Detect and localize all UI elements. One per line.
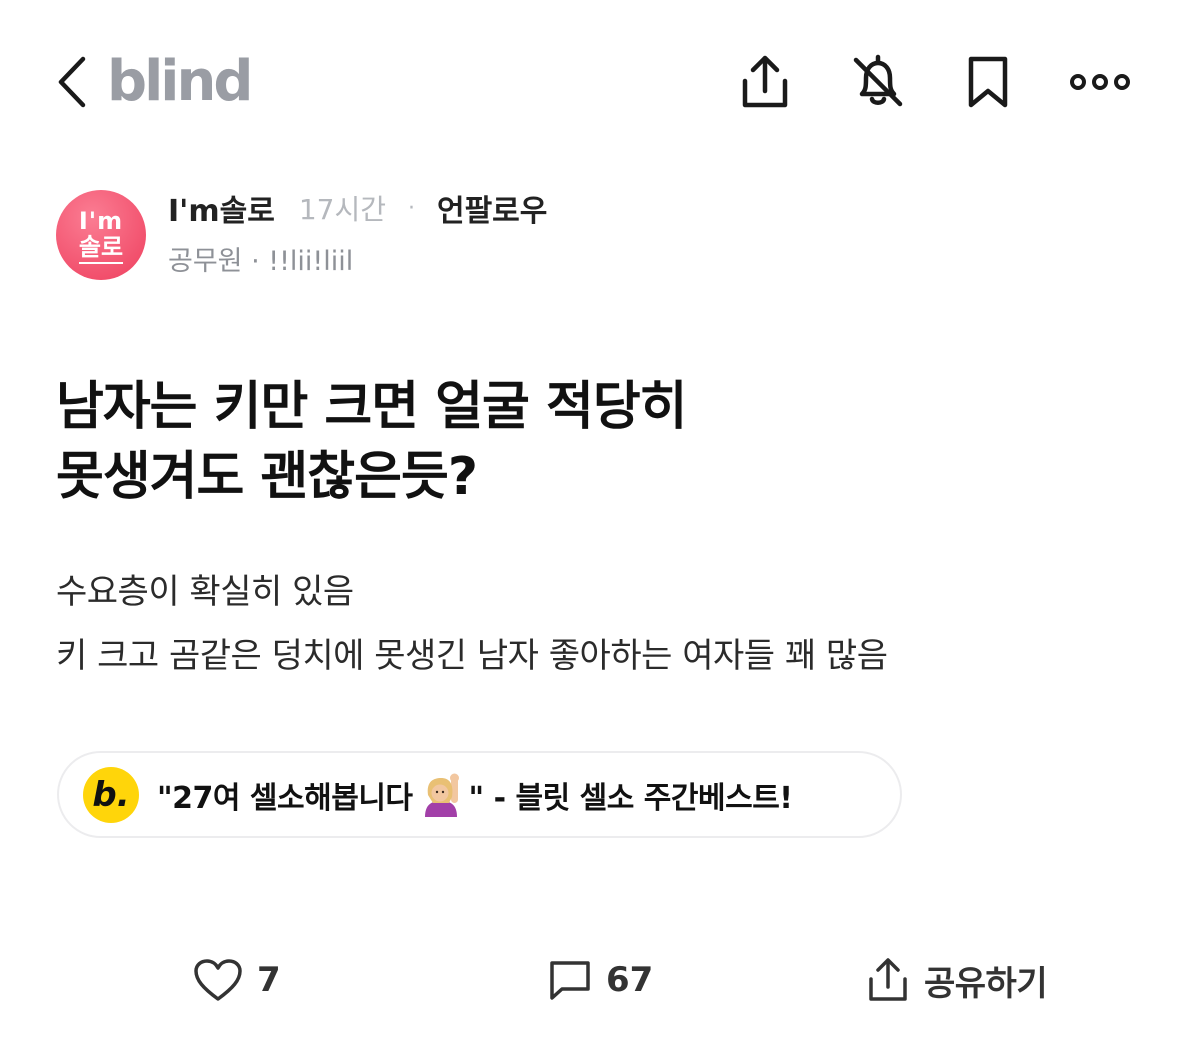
share-post-button[interactable]: 공유하기	[866, 952, 1048, 1008]
post-time: 17시간	[298, 193, 386, 226]
promo-text-start: "27여 셀소해봅니다	[157, 780, 413, 816]
promo-text: "27여 셀소해봅니다 " - 블릿 셀소 주간베스트!	[157, 773, 793, 817]
post-body-line: 수요층이 확실히 있음	[56, 572, 354, 612]
post-body-line: 키 크고 곰같은 덩치에 못생긴 남자 좋아하는 여자들 꽤 많음	[56, 636, 888, 676]
post-body: 수요층이 확실히 있음 키 크고 곰같은 덩치에 못생긴 남자 좋아하는 여자들…	[56, 560, 1156, 688]
unfollow-button[interactable]: 언팔로우	[437, 186, 547, 230]
promo-text-end: " - 블릿 셀소 주간베스트!	[468, 780, 793, 816]
brand-logo: blind	[107, 49, 253, 114]
meta-separator: ·	[407, 195, 415, 221]
avatar-text-top: I'm	[78, 206, 124, 235]
heart-icon	[194, 959, 242, 1001]
avatar[interactable]: I'm 솔로	[56, 190, 146, 280]
more-options-button[interactable]	[1068, 50, 1132, 114]
author-affiliation: 공무원 · !!lii!liil	[168, 245, 354, 277]
like-button[interactable]: 7	[193, 952, 281, 1008]
woman-raising-hand-emoji-icon	[419, 773, 463, 817]
comment-button[interactable]: 67	[548, 952, 653, 1008]
author-section: I'm 솔로 I'm솔로 17시간 · 언팔로우 공무원 · !!lii!lii…	[56, 188, 956, 288]
author-name[interactable]: I'm솔로	[168, 186, 275, 230]
share-button[interactable]	[733, 50, 797, 114]
more-icon	[1070, 74, 1130, 90]
bell-off-icon	[853, 54, 903, 107]
post-title-line: 못생겨도 괜찮은듯?	[56, 447, 478, 507]
blind-b-logo: b.	[83, 766, 139, 823]
notification-toggle-button[interactable]	[846, 50, 910, 114]
author-meta-row: I'm솔로 17시간 · 언팔로우	[168, 186, 547, 230]
share-icon	[869, 958, 907, 1001]
post-actions-bar: 7 67 공유하기	[0, 940, 1200, 1020]
bookmark-button[interactable]	[956, 50, 1020, 114]
post-title-line: 남자는 키만 크면 얼굴 적당히	[56, 377, 688, 437]
top-bar: blind	[0, 0, 1200, 165]
share-icon	[742, 55, 788, 108]
avatar-text-bottom: 솔로	[78, 235, 124, 264]
back-button[interactable]	[48, 52, 96, 112]
bookmark-icon	[968, 56, 1008, 108]
like-count: 7	[257, 960, 281, 1000]
share-label: 공유하기	[924, 963, 1048, 1004]
comment-count: 67	[606, 960, 654, 1000]
post-title: 남자는 키만 크면 얼굴 적당히 못생겨도 괜찮은듯?	[56, 372, 1056, 512]
comment-icon	[550, 961, 590, 1000]
promo-banner[interactable]: b. "27여 셀소해봅니다 " - 블릿 셀소 주간베스트!	[57, 751, 902, 838]
chevron-left-icon	[58, 56, 86, 108]
